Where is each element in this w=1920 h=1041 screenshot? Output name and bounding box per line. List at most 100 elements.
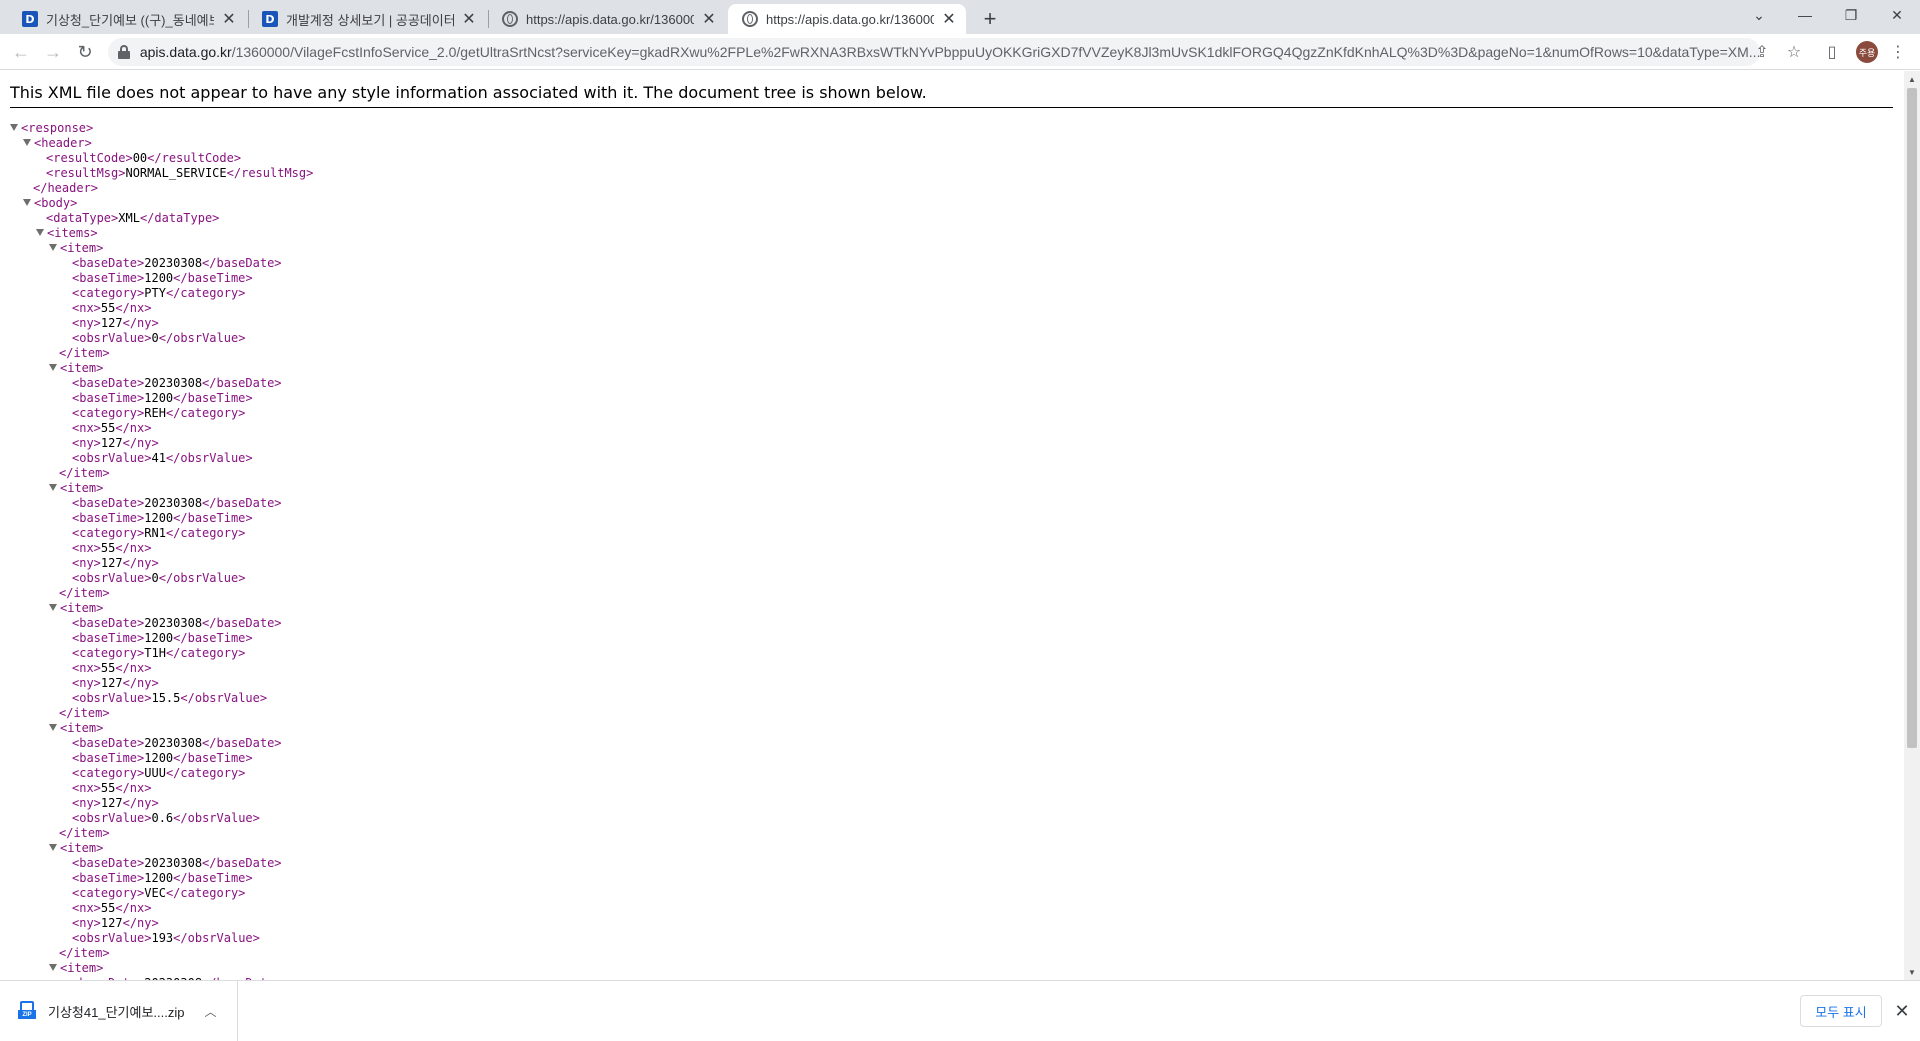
xml-field-baseTime: <baseTime>1200</baseTime> xyxy=(72,511,253,525)
xml-field-obsrValue: <obsrValue>15.5</obsrValue> xyxy=(72,691,268,705)
xml-items-open[interactable]: <items> xyxy=(10,226,313,241)
close-icon[interactable]: ✕ xyxy=(460,10,478,28)
url-host: apis.data.go.kr xyxy=(139,44,232,60)
show-all-button[interactable]: 모두 표시 xyxy=(1800,995,1882,1027)
reload-button[interactable]: ↻ xyxy=(72,39,98,65)
xml-field-category: <category>T1H</category> xyxy=(72,646,246,660)
xml-field-baseDate: <baseDate>20230308</baseDate> xyxy=(72,616,282,630)
xml-item-close: </item> xyxy=(59,466,110,480)
xml-field-nx: <nx>55</nx> xyxy=(72,421,152,435)
xml-field-obsrValue: <obsrValue>0.6</obsrValue> xyxy=(72,811,260,825)
xml-field-category: <category>UUU</category> xyxy=(72,766,246,780)
collapse-triangle-icon[interactable] xyxy=(23,139,31,146)
globe-icon xyxy=(502,11,518,27)
xml-header-open[interactable]: <header> xyxy=(10,136,313,151)
lock-icon[interactable] xyxy=(118,45,130,59)
avatar[interactable]: 주용 xyxy=(1856,41,1878,63)
xml-field-baseDate: <baseDate>20230308</baseDate> xyxy=(72,496,282,510)
collapse-triangle-icon[interactable] xyxy=(49,484,57,491)
xml-field-ny: <ny>127</ny> xyxy=(72,916,159,930)
close-download-bar-icon[interactable]: ✕ xyxy=(1890,999,1914,1023)
tab-title: 기상청_단기예보 ((구)_동네예보) 조회서비스 xyxy=(46,12,214,28)
xml-field-category: <category>RN1</category> xyxy=(72,526,246,540)
download-item[interactable]: ZIP 기상청41_단기예보....zip ︿ xyxy=(0,981,238,1041)
xml-item-open[interactable]: <item> xyxy=(10,961,313,976)
close-icon[interactable]: ✕ xyxy=(220,10,238,28)
address-bar[interactable]: apis.data.go.kr/1360000/VilageFcstInfoSe… xyxy=(108,38,1760,66)
xml-body-open[interactable]: <body> xyxy=(10,196,313,211)
url-path: /1360000/VilageFcstInfoService_2.0/getUl… xyxy=(231,44,1760,60)
xml-field-baseDate: <baseDate>20230308</baseDate> xyxy=(72,856,282,870)
xml-field-category: <category>PTY</category> xyxy=(72,286,246,300)
page-content: This XML file does not appear to have an… xyxy=(0,71,1904,980)
scrollbar-thumb[interactable] xyxy=(1907,88,1917,748)
xml-item-open[interactable]: <item> xyxy=(10,841,313,856)
collapse-triangle-icon[interactable] xyxy=(10,124,18,131)
xml-item-open[interactable]: <item> xyxy=(10,721,313,736)
page-scrollbar[interactable]: ▲ ▼ xyxy=(1904,71,1920,980)
tab-apis-1[interactable]: https://apis.data.go.kr/1360000/VilageFc… xyxy=(488,4,726,34)
xml-line: <resultMsg>NORMAL_SERVICE</resultMsg> xyxy=(46,166,314,180)
close-icon[interactable]: ✕ xyxy=(940,10,958,28)
d-logo-icon: D xyxy=(262,11,278,27)
xml-field-obsrValue: <obsrValue>193</obsrValue> xyxy=(72,931,260,945)
download-file-name: 기상청41_단기예보....zip xyxy=(48,1004,185,1020)
collapse-triangle-icon[interactable] xyxy=(36,229,44,236)
new-tab-button[interactable]: + xyxy=(976,5,1004,33)
tab-title: 개발계정 상세보기 | 공공데이터포털 xyxy=(286,12,454,28)
zip-file-icon: ZIP xyxy=(18,1001,36,1021)
collapse-triangle-icon[interactable] xyxy=(49,964,57,971)
xml-item-open[interactable]: <item> xyxy=(10,601,313,616)
menu-kebab-icon[interactable]: ⋮ xyxy=(1886,40,1910,64)
collapse-triangle-icon[interactable] xyxy=(23,199,31,206)
minimize-button[interactable]: — xyxy=(1782,0,1828,30)
collapse-triangle-icon[interactable] xyxy=(49,604,57,611)
tab-title: https://apis.data.go.kr/1360000/VilageFc… xyxy=(526,11,694,27)
xml-field-nx: <nx>55</nx> xyxy=(72,301,152,315)
xml-line: <resultCode>00</resultCode> xyxy=(46,151,242,165)
back-button[interactable]: ← xyxy=(8,39,34,65)
xml-field-baseDate: <baseDate>20230308</baseDate> xyxy=(72,736,282,750)
side-panel-icon[interactable]: ▯ xyxy=(1820,40,1844,64)
xml-field-nx: <nx>55</nx> xyxy=(72,661,152,675)
xml-field-baseDate: <baseDate>20230308</baseDate> xyxy=(72,376,282,390)
window-close-button[interactable]: ✕ xyxy=(1874,0,1920,30)
tab-forecast-service[interactable]: D 기상청_단기예보 ((구)_동네예보) 조회서비스 ✕ xyxy=(8,4,246,34)
bookmark-star-icon[interactable]: ☆ xyxy=(1782,40,1806,64)
xml-item-open[interactable]: <item> xyxy=(10,361,313,376)
scroll-down-arrow-icon[interactable]: ▼ xyxy=(1904,964,1920,980)
xml-field-ny: <ny>127</ny> xyxy=(72,556,159,570)
xml-response-open[interactable]: <response> xyxy=(10,121,313,136)
collapse-triangle-icon[interactable] xyxy=(49,844,57,851)
xml-field-nx: <nx>55</nx> xyxy=(72,781,152,795)
chevron-up-icon[interactable]: ︿ xyxy=(204,1003,216,1020)
xml-field-baseTime: <baseTime>1200</baseTime> xyxy=(72,391,253,405)
xml-item-close: </item> xyxy=(59,586,110,600)
scroll-up-arrow-icon[interactable]: ▲ xyxy=(1904,71,1920,87)
url-text[interactable]: apis.data.go.kr/1360000/VilageFcstInfoSe… xyxy=(140,44,1760,60)
xml-field-baseTime: <baseTime>1200</baseTime> xyxy=(72,871,253,885)
collapse-triangle-icon[interactable] xyxy=(49,724,57,731)
xml-notice: This XML file does not appear to have an… xyxy=(10,83,927,102)
tab-search-icon[interactable]: ⌄ xyxy=(1736,0,1782,30)
xml-line: <dataType>XML</dataType> xyxy=(46,211,220,225)
globe-icon xyxy=(742,11,758,27)
forward-button[interactable]: → xyxy=(40,39,66,65)
xml-header-close: </header> xyxy=(33,181,99,195)
collapse-triangle-icon[interactable] xyxy=(49,244,57,251)
collapse-triangle-icon[interactable] xyxy=(49,364,57,371)
tab-strip: D 기상청_단기예보 ((구)_동네예보) 조회서비스 ✕ D 개발계정 상세보… xyxy=(0,0,1920,34)
tab-title: https://apis.data.go.kr/1360000/VilageFc… xyxy=(766,11,934,27)
xml-tree: <response> <header> <resultCode>00</resu… xyxy=(10,121,313,980)
share-icon[interactable]: ⇪ xyxy=(1750,40,1774,64)
xml-field-nx: <nx>55</nx> xyxy=(72,901,152,915)
tab-dev-account[interactable]: D 개발계정 상세보기 | 공공데이터포털 ✕ xyxy=(248,4,486,34)
xml-field-baseDate: <baseDate>20230308</baseDate> xyxy=(72,256,282,270)
restore-button[interactable]: ❐ xyxy=(1828,0,1874,30)
xml-item-open[interactable]: <item> xyxy=(10,481,313,496)
xml-item-open[interactable]: <item> xyxy=(10,241,313,256)
close-icon[interactable]: ✕ xyxy=(700,10,718,28)
tab-apis-active[interactable]: https://apis.data.go.kr/1360000/VilageFc… xyxy=(728,4,966,34)
d-logo-icon: D xyxy=(22,11,38,27)
xml-field-baseTime: <baseTime>1200</baseTime> xyxy=(72,271,253,285)
